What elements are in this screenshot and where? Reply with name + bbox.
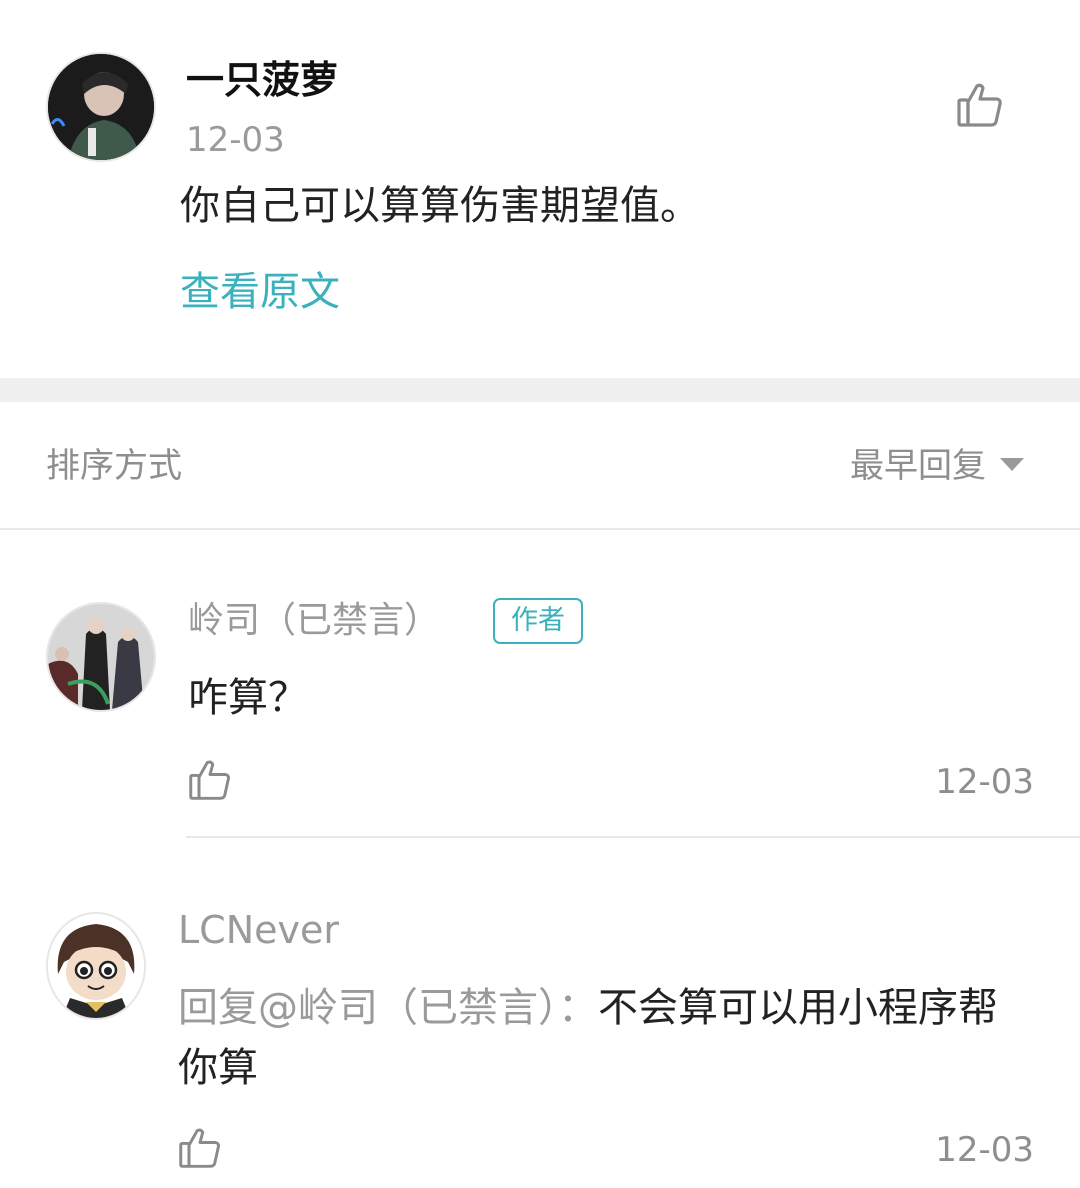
thumbs-up-icon[interactable]	[956, 82, 1004, 128]
username[interactable]: LCNever	[178, 906, 339, 954]
mention[interactable]: 回复@岭司（已禁言）：	[178, 985, 598, 1031]
comment-date: 12-03	[186, 120, 285, 160]
sort-label: 排序方式	[46, 446, 182, 486]
reply-text-block: 回复@岭司（已禁言）：不会算可以用小程序帮你算	[178, 978, 1018, 1098]
divider	[0, 528, 1080, 530]
sort-dropdown[interactable]: 最早回复	[850, 444, 1024, 488]
sort-selected: 最早回复	[850, 446, 986, 486]
thumbs-up-icon[interactable]	[188, 758, 232, 802]
avatar[interactable]	[46, 602, 156, 712]
avatar-image	[48, 604, 154, 710]
reply-date: 12-03	[935, 1130, 1034, 1170]
divider	[186, 836, 1080, 838]
avatar-image	[48, 914, 144, 1018]
reply-date: 12-03	[935, 762, 1034, 802]
caret-down-icon	[1000, 457, 1024, 476]
comment-text: 你自己可以算算伤害期望值。	[180, 183, 700, 229]
avatar-image	[48, 54, 154, 160]
author-badge: 作者	[493, 598, 583, 644]
username[interactable]: 岭司（已禁言）	[188, 598, 440, 644]
avatar[interactable]	[46, 912, 146, 1020]
avatar[interactable]	[46, 52, 156, 162]
thumbs-up-icon[interactable]	[178, 1126, 222, 1170]
reply-text: 咋算？	[188, 675, 308, 721]
section-gap	[0, 378, 1080, 402]
view-original-link[interactable]: 查看原文	[180, 266, 340, 318]
username[interactable]: 一只菠萝	[186, 56, 338, 104]
